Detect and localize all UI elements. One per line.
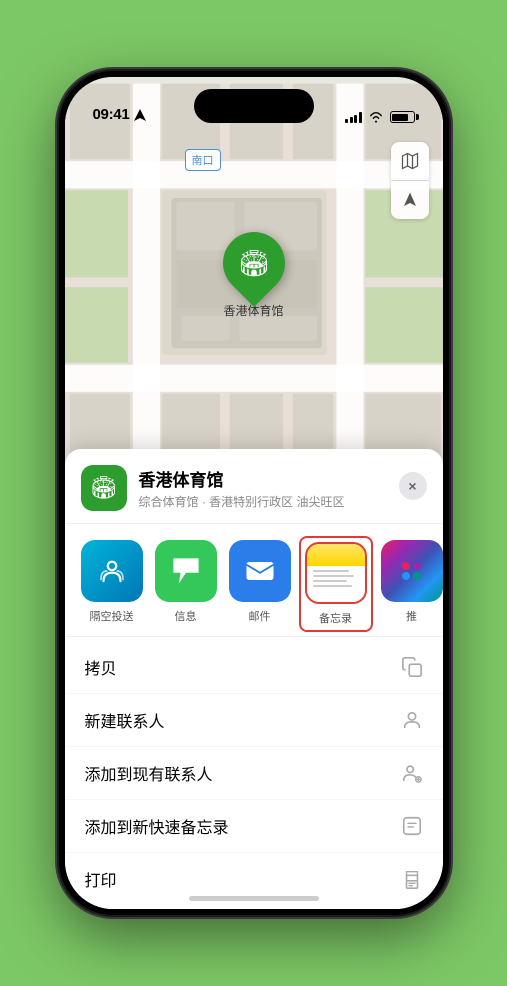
share-item-mail[interactable]: 邮件 bbox=[229, 540, 291, 628]
signal-bars bbox=[345, 111, 362, 123]
quick-note-icon bbox=[401, 815, 423, 837]
battery-icon bbox=[390, 111, 415, 123]
venue-icon: 🏟 bbox=[81, 465, 127, 511]
map-controls bbox=[391, 142, 429, 219]
pin-circle: 🏟 bbox=[210, 219, 298, 307]
action-list: 拷贝 新建联系人 添加到现有联系人 bbox=[65, 637, 443, 909]
status-icons bbox=[345, 111, 415, 123]
signal-bar-4 bbox=[359, 112, 362, 123]
action-print-label: 打印 bbox=[85, 867, 117, 891]
mail-icon bbox=[242, 553, 278, 589]
messages-icon bbox=[168, 553, 204, 589]
signal-bar-1 bbox=[345, 119, 348, 123]
location-button[interactable] bbox=[391, 181, 429, 219]
pin-stadium-icon: 🏟 bbox=[237, 248, 270, 279]
action-add-contact-label: 添加到现有联系人 bbox=[85, 761, 213, 785]
action-copy[interactable]: 拷贝 bbox=[65, 641, 443, 694]
share-item-notes[interactable]: 备忘录 bbox=[303, 540, 369, 628]
location-arrow-map-icon bbox=[401, 191, 419, 209]
mail-label: 邮件 bbox=[249, 608, 271, 624]
add-contact-icon bbox=[401, 762, 423, 784]
action-quick-note-label: 添加到新快速备忘录 bbox=[85, 814, 229, 838]
print-icon bbox=[401, 868, 423, 890]
phone-frame: 09:41 bbox=[59, 71, 449, 915]
home-indicator bbox=[189, 896, 319, 901]
close-button[interactable]: × bbox=[399, 472, 427, 500]
share-row: 隔空投送 信息 bbox=[65, 524, 443, 637]
phone-screen: 09:41 bbox=[65, 77, 443, 909]
venue-info: 香港体育馆 综合体育馆 · 香港特别行政区 油尖旺区 bbox=[139, 466, 427, 510]
action-add-contact[interactable]: 添加到现有联系人 bbox=[65, 747, 443, 800]
nankou-label: 南口 bbox=[185, 149, 221, 171]
messages-icon-wrap bbox=[155, 540, 217, 602]
copy-icon bbox=[401, 656, 423, 678]
location-arrow-icon bbox=[133, 108, 147, 122]
venue-name: 香港体育馆 bbox=[139, 466, 427, 491]
status-time: 09:41 bbox=[93, 106, 130, 123]
bottom-sheet: 🏟 香港体育馆 综合体育馆 · 香港特别行政区 油尖旺区 × bbox=[65, 449, 443, 909]
wifi-icon bbox=[368, 111, 384, 123]
signal-bar-2 bbox=[350, 117, 353, 123]
action-copy-label: 拷贝 bbox=[85, 655, 117, 679]
signal-bar-3 bbox=[354, 115, 357, 123]
notes-icon-wrap bbox=[305, 542, 367, 604]
share-item-more[interactable]: 推 bbox=[381, 540, 443, 628]
more-icon-wrap bbox=[381, 540, 443, 602]
mail-icon-wrap bbox=[229, 540, 291, 602]
map-area[interactable]: 南口 🏟 bbox=[65, 77, 443, 507]
share-item-messages[interactable]: 信息 bbox=[155, 540, 217, 628]
share-item-airdrop[interactable]: 隔空投送 bbox=[81, 540, 143, 628]
airdrop-label: 隔空投送 bbox=[90, 608, 134, 624]
map-type-button[interactable] bbox=[391, 142, 429, 180]
venue-description: 综合体育馆 · 香港特别行政区 油尖旺区 bbox=[139, 493, 427, 510]
airdrop-icon-wrap bbox=[81, 540, 143, 602]
dynamic-island bbox=[194, 89, 314, 123]
airdrop-icon bbox=[95, 554, 129, 588]
new-contact-icon bbox=[401, 709, 423, 731]
location-pin: 🏟 香港体育馆 bbox=[223, 232, 285, 319]
venue-stadium-icon: 🏟 bbox=[90, 475, 118, 501]
map-type-icon bbox=[400, 151, 420, 171]
messages-label: 信息 bbox=[175, 608, 197, 624]
notes-label: 备忘录 bbox=[319, 610, 352, 626]
more-label: 推 bbox=[406, 608, 417, 624]
action-new-contact-label: 新建联系人 bbox=[85, 708, 165, 732]
action-new-contact[interactable]: 新建联系人 bbox=[65, 694, 443, 747]
sheet-header: 🏟 香港体育馆 综合体育馆 · 香港特别行政区 油尖旺区 × bbox=[65, 449, 443, 524]
action-quick-note[interactable]: 添加到新快速备忘录 bbox=[65, 800, 443, 853]
